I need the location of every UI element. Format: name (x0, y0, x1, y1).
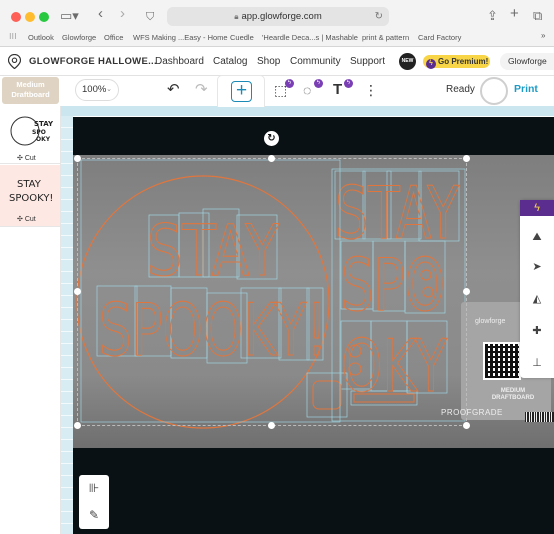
nav-support[interactable]: Support (350, 56, 385, 67)
more-icon[interactable]: ⋮ (364, 80, 378, 100)
flip-icon[interactable]: ◭ (520, 282, 554, 316)
thumbnail-circle-design[interactable]: STAY SPO OKY ✣ Cut (0, 106, 60, 164)
chevron-double-right-icon[interactable]: » (541, 31, 545, 40)
sticker-brand: glowforge (475, 318, 506, 325)
align-vertical-icon[interactable]: ⊪ (79, 475, 109, 501)
resize-handle-sw[interactable] (74, 422, 81, 429)
new-badge[interactable]: NEW (399, 53, 416, 70)
zoom-value: 100% (82, 84, 107, 95)
bookmark-glowforge[interactable]: Glowforge (62, 33, 96, 42)
premium-badge-icon: ϟ (285, 79, 294, 88)
sticker-material: MEDIUM DRAFTBOARD (491, 388, 535, 401)
text-design-preview: STAY SPOOKY! (9, 179, 53, 204)
thumbnail-text-design[interactable]: STAY SPOOKY! ✣ Cut (0, 165, 60, 227)
resize-handle-nw[interactable] (74, 155, 81, 162)
thumbnail-step-label: ✣ Cut (17, 155, 36, 162)
lightning-icon: ϟ (426, 59, 436, 69)
bookmark-heardle[interactable]: 'Heardle Deca...s | Mashable (262, 33, 358, 42)
go-premium-label: Go Premium! (438, 57, 489, 66)
chevron-down-icon: ⌄ (106, 86, 112, 93)
premium-tools-icon[interactable]: ϟ (520, 200, 554, 216)
go-premium-button[interactable]: ϟ Go Premium! (423, 55, 490, 69)
glowforge-logo-icon[interactable] (8, 54, 21, 69)
bookmark-outlook[interactable]: Outlook (28, 33, 54, 42)
svg-text:OKY: OKY (36, 136, 51, 143)
barcode (525, 412, 554, 422)
premium-badge-icon: ϟ (314, 79, 323, 88)
svg-text:STAY: STAY (17, 179, 42, 190)
right-tool-panel: ϟ ⛰ ➤ ◭ ✚ ⊥ (520, 200, 554, 378)
app-header: GLOWFORGE HALLOWE... Dashboard Catalog S… (0, 47, 554, 76)
svg-text:STAY: STAY (34, 120, 54, 128)
thumbnail-step-label: ✣ Cut (17, 216, 36, 223)
premium-badge-icon: ϟ (344, 79, 353, 88)
bottom-tool-panel: ⊪ ✎ (79, 475, 109, 529)
resize-handle-e[interactable] (463, 288, 470, 295)
grid-icon[interactable]: ⁝⁝⁝ (9, 32, 17, 41)
chevron-left-icon[interactable]: ‹ (98, 5, 103, 23)
reload-icon[interactable]: ↻ (375, 7, 383, 26)
resize-handle-n[interactable] (268, 155, 275, 162)
resize-handle-w[interactable] (74, 288, 81, 295)
undo-icon[interactable]: ↶ (167, 80, 180, 100)
status-text: Ready (446, 84, 475, 95)
bookmark-wfs-making[interactable]: WFS Making ...Easy - Home (133, 33, 228, 42)
maximize-window-button[interactable] (39, 12, 49, 22)
machine-selector[interactable]: Glowforge (500, 53, 554, 70)
tabs-icon[interactable]: ⧉ (533, 7, 542, 25)
align-icon[interactable]: ⛰ (520, 220, 554, 254)
qr-code (483, 342, 521, 380)
selection-box[interactable] (77, 158, 467, 426)
bookmark-office[interactable]: Office (104, 33, 123, 42)
lock-icon: 🔒︎ (234, 12, 239, 21)
rotate-handle-icon[interactable]: ↻ (264, 131, 279, 146)
shield-icon[interactable]: ⛉ (146, 8, 154, 26)
print-button[interactable]: Print (514, 83, 538, 95)
chevron-right-icon[interactable]: › (120, 5, 125, 23)
text-icon[interactable]: T (333, 80, 342, 100)
design-title[interactable]: GLOWFORGE HALLOWE... (29, 56, 157, 67)
svg-text:SPOOKY!: SPOOKY! (9, 193, 53, 204)
nav-catalog[interactable]: Catalog (213, 56, 247, 67)
share-icon[interactable]: ⇪ (487, 7, 498, 25)
zoom-select[interactable]: 100% ⌄ (75, 79, 119, 101)
nav-shop[interactable]: Shop (257, 56, 280, 67)
design-toolbar: Medium Draftboard 100% ⌄ ↶ ↷ ⬚ ϟ ◌ ϟ T ϟ … (0, 76, 554, 106)
circle-design-preview: STAY SPO OKY (10, 116, 54, 146)
bookmark-card-factory[interactable]: Card Factory (418, 33, 461, 42)
svg-text:SPO: SPO (32, 129, 46, 136)
bookmark-cuedle[interactable]: Cuedle (230, 33, 254, 42)
address-bar[interactable]: 🔒︎ app.glowforge.com ↻ (167, 7, 389, 26)
nav-community[interactable]: Community (290, 56, 341, 67)
add-artwork-icon: + (231, 81, 252, 102)
design-thumbnails-panel: STAY SPO OKY ✣ Cut STAY SPOOKY! ✣ Cut (0, 106, 61, 534)
left-ruler (61, 116, 73, 534)
machine-status-indicator (480, 77, 508, 105)
redo-icon[interactable]: ↷ (195, 80, 208, 100)
puzzle-icon[interactable]: ✚ (520, 314, 554, 348)
stamp-icon[interactable]: ⊥ (520, 346, 554, 380)
plus-icon[interactable]: + (510, 5, 519, 23)
browser-chrome: ▭▾ ‹ › ⛉ 🔒︎ app.glowforge.com ↻ ⇪ + ⧉ ⁝⁝⁝… (0, 0, 554, 47)
ruler-icon[interactable]: ✎ (79, 502, 109, 528)
shapes-icon[interactable]: ◌ (303, 80, 311, 100)
resize-handle-ne[interactable] (463, 155, 470, 162)
url-text: app.glowforge.com (241, 11, 322, 22)
bookmarks-bar: ⁝⁝⁝ Outlook Glowforge Office WFS Making … (0, 30, 554, 46)
nav-dashboard[interactable]: Dashboard (155, 56, 204, 67)
bookmark-print-pattern[interactable]: print & pattern (362, 33, 409, 42)
close-window-button[interactable] (11, 12, 21, 22)
resize-handle-s[interactable] (268, 422, 275, 429)
minimize-window-button[interactable] (25, 12, 35, 22)
resize-handle-se[interactable] (463, 422, 470, 429)
send-icon[interactable]: ➤ (520, 250, 554, 284)
material-button[interactable]: Medium Draftboard (2, 77, 59, 104)
sidebar-icon[interactable]: ▭▾ (60, 7, 79, 25)
top-ruler (61, 106, 554, 116)
add-artwork-button[interactable]: + (217, 75, 265, 107)
